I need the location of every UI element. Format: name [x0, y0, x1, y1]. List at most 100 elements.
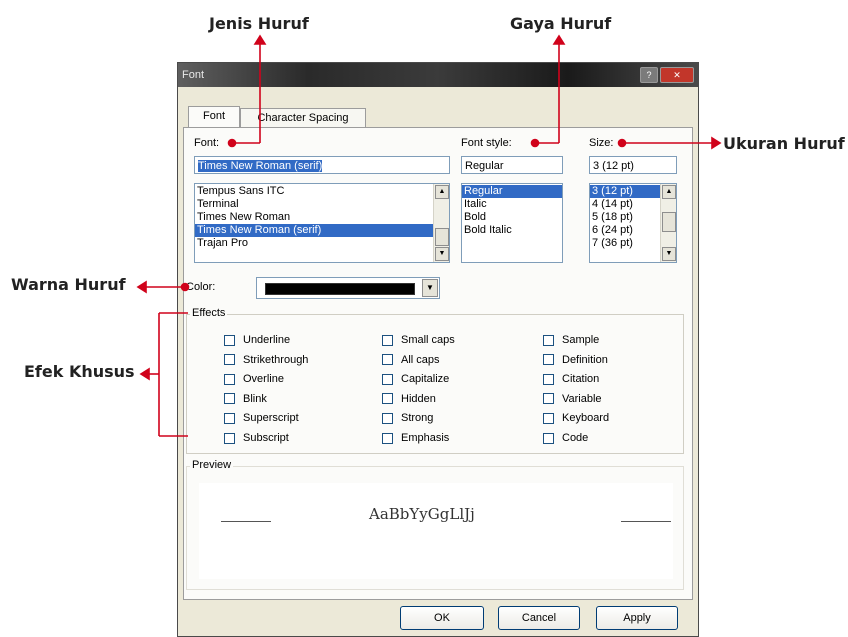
checkbox-icon[interactable]: [543, 354, 554, 366]
effect-checkbox-label: All caps: [401, 353, 440, 366]
callout-jenis-huruf: Jenis Huruf: [209, 14, 309, 33]
checkbox-icon[interactable]: [224, 393, 235, 405]
effect-checkbox-label: Strong: [401, 412, 434, 425]
effect-checkbox[interactable]: Keyboard: [543, 412, 609, 425]
scroll-up-icon[interactable]: ▲: [435, 185, 449, 199]
scroll-thumb[interactable]: [435, 228, 449, 246]
checkbox-icon[interactable]: [382, 334, 393, 346]
effect-checkbox-label: Code: [562, 432, 589, 444]
checkbox-icon[interactable]: [543, 432, 554, 444]
style-list-item[interactable]: Bold: [462, 211, 562, 224]
font-list-item[interactable]: Terminal: [195, 198, 449, 211]
checkbox-icon[interactable]: [224, 373, 235, 385]
help-button[interactable]: ?: [640, 67, 658, 83]
arrowhead-efek-khusus: [139, 367, 150, 381]
effect-checkbox[interactable]: Strikethrough: [224, 354, 308, 367]
effect-checkbox-label: Citation: [562, 373, 600, 386]
effect-checkbox-label: Emphasis: [401, 432, 450, 444]
scroll-up-icon[interactable]: ▲: [662, 185, 676, 199]
tab-character-spacing-label: Character Spacing: [257, 112, 349, 124]
style-list-item-selected[interactable]: Regular: [462, 185, 562, 198]
scroll-thumb[interactable]: [662, 212, 676, 232]
effect-checkbox[interactable]: Capitalize: [382, 373, 449, 386]
effect-checkbox-label: Strikethrough: [243, 353, 309, 366]
effect-checkbox[interactable]: Citation: [543, 373, 599, 386]
checkbox-icon[interactable]: [543, 334, 554, 346]
checkbox-icon[interactable]: [382, 354, 393, 366]
color-label: Color:: [186, 281, 216, 293]
effect-checkbox-label: Blink: [243, 392, 267, 405]
style-list-item[interactable]: Italic: [462, 198, 562, 211]
font-name-input[interactable]: Times New Roman (serif): [194, 156, 450, 174]
size-value: 3 (12 pt): [593, 160, 634, 172]
font-name-value: Times New Roman (serif): [198, 160, 323, 172]
style-list-item[interactable]: Bold Italic: [462, 224, 562, 237]
checkbox-icon[interactable]: [224, 354, 235, 366]
color-swatch: [265, 283, 415, 295]
checkbox-icon[interactable]: [224, 334, 235, 346]
tab-font[interactable]: Font: [188, 106, 240, 129]
font-list-item[interactable]: Times New Roman: [195, 211, 449, 224]
font-style-value: Regular: [465, 160, 504, 172]
effect-checkbox-label: Small caps: [401, 334, 455, 346]
effect-checkbox-label: Variable: [562, 392, 602, 405]
effect-checkbox[interactable]: Small caps: [382, 334, 455, 347]
effect-checkbox-label: Overline: [243, 373, 284, 386]
effect-checkbox[interactable]: Superscript: [224, 412, 299, 425]
close-button[interactable]: ✕: [660, 67, 694, 83]
font-list-item[interactable]: Trajan Pro: [195, 237, 449, 250]
effect-checkbox[interactable]: Subscript: [224, 432, 289, 445]
font-style-list[interactable]: Regular Italic Bold Bold Italic: [461, 183, 563, 263]
effect-checkbox[interactable]: Blink: [224, 393, 267, 406]
color-dropdown[interactable]: ▼: [256, 277, 440, 299]
checkbox-icon[interactable]: [382, 393, 393, 405]
ok-button[interactable]: OK: [400, 606, 484, 630]
font-list-item[interactable]: Tempus Sans ITC: [195, 185, 449, 198]
checkbox-icon[interactable]: [224, 432, 235, 444]
effect-checkbox[interactable]: All caps: [382, 354, 440, 367]
checkbox-icon[interactable]: [382, 432, 393, 444]
font-list-item-selected[interactable]: Times New Roman (serif): [195, 224, 433, 237]
size-list[interactable]: 3 (12 pt) 4 (14 pt) 5 (18 pt) 6 (24 pt) …: [589, 183, 677, 263]
preview-baseline-right: [621, 521, 671, 522]
scroll-down-icon[interactable]: ▼: [662, 247, 676, 261]
callout-gaya-huruf: Gaya Huruf: [510, 14, 612, 33]
effect-checkbox[interactable]: Sample: [543, 334, 599, 347]
effect-checkbox[interactable]: Strong: [382, 412, 433, 425]
effect-checkbox[interactable]: Variable: [543, 393, 602, 406]
apply-button[interactable]: Apply: [596, 606, 678, 630]
checkbox-icon[interactable]: [543, 393, 554, 405]
preview-text: AaBbYyGgLlJj: [369, 505, 475, 523]
callout-efek-khusus: Efek Khusus: [24, 362, 135, 381]
effect-checkbox[interactable]: Underline: [224, 334, 290, 347]
font-list-scrollbar[interactable]: ▲ ▼: [433, 184, 449, 262]
checkbox-icon[interactable]: [382, 373, 393, 385]
checkbox-icon[interactable]: [382, 412, 393, 424]
preview-area: AaBbYyGgLlJj: [199, 483, 673, 579]
effect-checkbox[interactable]: Hidden: [382, 393, 436, 406]
size-label: Size:: [589, 137, 614, 149]
callout-warna-huruf: Warna Huruf: [11, 275, 126, 294]
tab-character-spacing[interactable]: Character Spacing: [240, 108, 366, 129]
font-name-list[interactable]: Tempus Sans ITC Terminal Times New Roman…: [194, 183, 450, 263]
cancel-button[interactable]: Cancel: [498, 606, 580, 630]
effect-checkbox[interactable]: Definition: [543, 354, 608, 367]
title-bar: Font ? ✕: [178, 63, 698, 87]
size-list-item-selected[interactable]: 3 (12 pt): [590, 185, 660, 198]
size-input[interactable]: 3 (12 pt): [589, 156, 677, 174]
effect-checkbox-label: Superscript: [243, 412, 299, 425]
size-list-scrollbar[interactable]: ▲ ▼: [660, 184, 676, 262]
font-style-input[interactable]: Regular: [461, 156, 563, 174]
effect-checkbox[interactable]: Emphasis: [382, 432, 449, 445]
font-label: Font:: [194, 137, 220, 149]
checkbox-icon[interactable]: [543, 412, 554, 424]
effect-checkbox-label: Capitalize: [401, 373, 450, 386]
effect-checkbox[interactable]: Overline: [224, 373, 284, 386]
preview-label: Preview: [190, 459, 234, 471]
effect-checkbox-label: Hidden: [401, 392, 436, 405]
checkbox-icon[interactable]: [224, 412, 235, 424]
scroll-down-icon[interactable]: ▼: [435, 247, 449, 261]
checkbox-icon[interactable]: [543, 373, 554, 385]
chevron-down-icon[interactable]: ▼: [422, 279, 438, 297]
effect-checkbox[interactable]: Code: [543, 432, 588, 445]
